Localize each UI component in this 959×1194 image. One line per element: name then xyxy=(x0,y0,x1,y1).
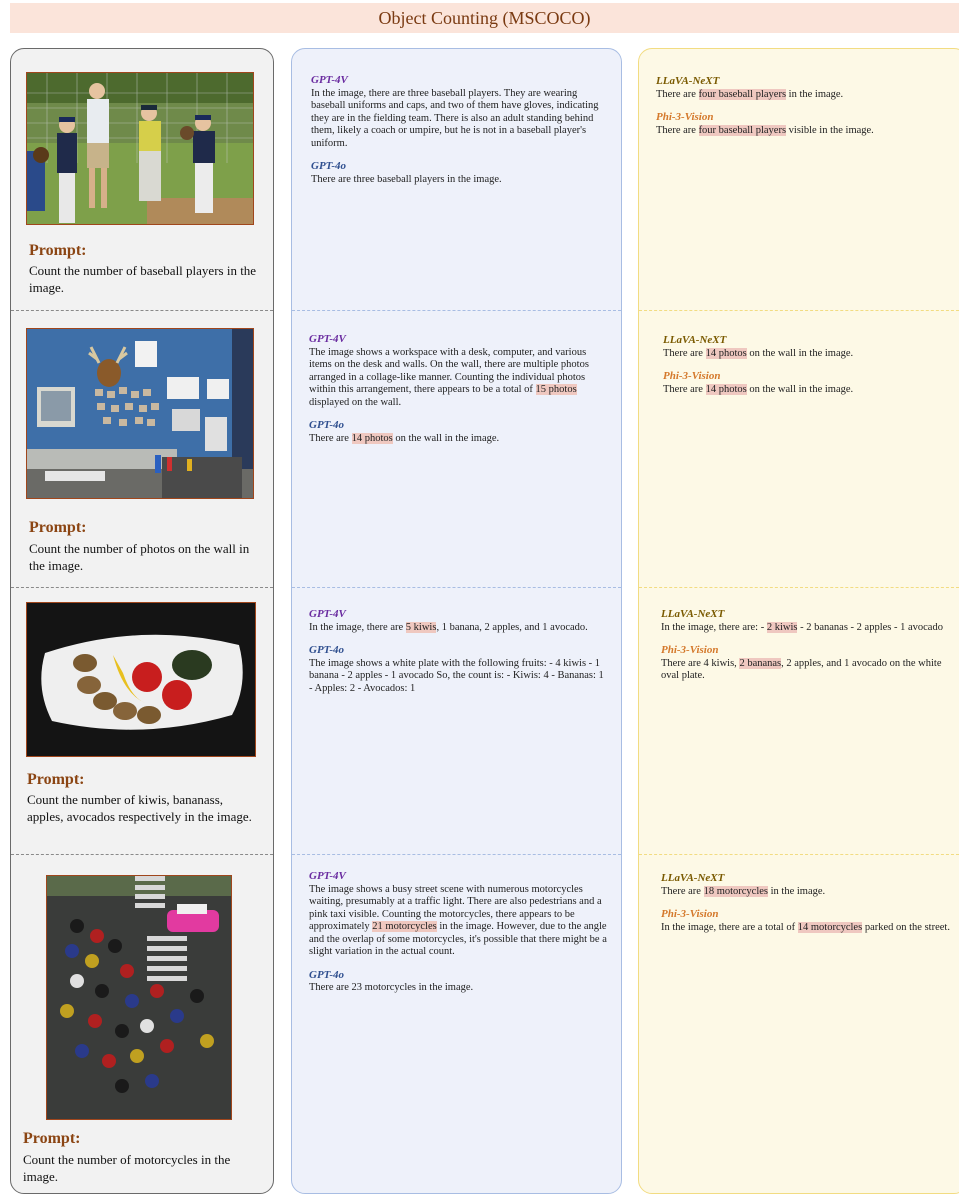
street-scene xyxy=(47,876,231,1119)
response-text: There are three baseball players in the … xyxy=(311,173,502,185)
row-separator xyxy=(639,310,959,311)
response-text: In the image, there are: - xyxy=(661,621,767,633)
response-text: There are 23 motorcycles in the image. xyxy=(309,982,474,993)
highlighted-answer: 18 motorcycles xyxy=(703,885,769,897)
model-name-phi: Phi-3-Vision xyxy=(656,111,714,123)
model-name-llava: LLaVA-NeXT xyxy=(663,334,727,346)
prompt-text: Count the number of kiwis, bananass, app… xyxy=(27,792,252,824)
row-separator xyxy=(639,854,959,855)
prompt-text: Count the number of photos on the wall i… xyxy=(29,541,250,573)
model-name-gpt4v: GPT-4V xyxy=(309,870,346,882)
response-text: in the image. xyxy=(786,88,844,100)
response-text: - 2 bananas - 2 apples - 1 avocado xyxy=(797,621,943,633)
response-text: parked on the street. xyxy=(862,921,950,933)
response-text: In the image, there are three baseball p… xyxy=(311,87,599,149)
response-text: on the wall in the image. xyxy=(392,432,500,444)
motorcycles-photo xyxy=(46,875,232,1120)
baseball-scene xyxy=(27,73,253,224)
prompt-label: Prompt: xyxy=(29,519,87,536)
row-separator xyxy=(292,310,621,311)
figure-title: Object Counting (MSCOCO) xyxy=(10,3,959,33)
workspace-photo xyxy=(26,328,254,499)
prompt-label: Prompt: xyxy=(23,1130,81,1147)
highlighted-answer: 21 motorcycles xyxy=(372,921,437,932)
highlighted-answer: 5 kiwis xyxy=(405,621,437,633)
open-model-responses: LLaVA-NeXT In the image, there are: - 2 … xyxy=(661,608,953,683)
row-separator xyxy=(11,587,273,588)
highlighted-answer: 2 bananas xyxy=(739,657,782,669)
model-name-llava: LLaVA-NeXT xyxy=(661,608,725,620)
baseball-photo xyxy=(26,72,254,225)
response-text: visible in the image. xyxy=(786,124,874,136)
response-text: on the wall in the image. xyxy=(746,347,854,359)
highlighted-answer: 14 photos xyxy=(351,432,393,444)
model-name-gpt4o: GPT-4o xyxy=(309,419,345,431)
response-text: The image shows a white plate with the f… xyxy=(309,657,604,694)
model-name-phi: Phi-3-Vision xyxy=(663,370,721,382)
response-text: displayed on the wall. xyxy=(309,396,402,408)
row-separator xyxy=(639,587,959,588)
response-text: There are xyxy=(309,432,352,444)
response-text: There are xyxy=(663,347,706,359)
model-name-llava: LLaVA-NeXT xyxy=(661,872,725,884)
response-text: There are xyxy=(661,885,704,897)
open-model-responses: LLaVA-NeXT There are 14 photos on the wa… xyxy=(663,334,953,396)
highlighted-answer: 2 kiwis xyxy=(766,621,798,633)
prompt-label: Prompt: xyxy=(29,242,87,259)
response-text: There are xyxy=(663,383,706,395)
response-text: There are 4 kiwis, xyxy=(661,657,740,669)
response-text: In the image, there are a total of xyxy=(661,921,798,933)
response-text: on the wall in the image. xyxy=(746,383,854,395)
highlighted-answer: 14 motorcycles xyxy=(797,921,863,933)
model-name-gpt4o: GPT-4o xyxy=(309,644,345,656)
model-name-gpt4v: GPT-4V xyxy=(309,333,346,345)
row-separator xyxy=(292,854,621,855)
row-separator xyxy=(292,587,621,588)
model-name-phi: Phi-3-Vision xyxy=(661,644,719,656)
response-text: , 1 banana, 2 apples, and 1 avocado. xyxy=(436,621,588,633)
prompt-label: Prompt: xyxy=(27,771,85,788)
model-name-phi: Phi-3-Vision xyxy=(661,908,719,920)
row-separator xyxy=(11,310,273,311)
highlighted-answer: 15 photos xyxy=(535,384,577,395)
fruit-scene xyxy=(27,603,255,756)
response-text: There are xyxy=(656,88,699,100)
highlighted-answer: 14 photos xyxy=(705,347,747,359)
open-model-responses: LLaVA-NeXT There are 18 motorcycles in t… xyxy=(661,872,953,934)
row-separator xyxy=(11,854,273,855)
fruit-plate-photo xyxy=(26,602,256,757)
response-text: There are xyxy=(656,124,699,136)
highlighted-answer: four baseball players xyxy=(698,124,787,136)
model-name-gpt4v: GPT-4V xyxy=(311,74,348,86)
response-text: in the image. xyxy=(768,885,826,897)
workspace-scene xyxy=(27,329,253,498)
gpt4v-response: GPT-4V In the image, there are three bas… xyxy=(311,74,607,186)
response-text: In the image, there are xyxy=(309,621,406,633)
model-name-llava: LLaVA-NeXT xyxy=(656,75,720,87)
highlighted-answer: 14 photos xyxy=(705,383,747,395)
highlighted-answer: four baseball players xyxy=(698,88,787,100)
open-model-responses: LLaVA-NeXT There are four baseball playe… xyxy=(656,75,951,137)
model-name-gpt4v: GPT-4V xyxy=(309,608,346,620)
model-name-gpt4o: GPT-4o xyxy=(309,968,345,981)
gpt4v-response: GPT-4V In the image, there are 5 kiwis, … xyxy=(309,608,607,695)
prompt-text: Count the number of motorcycles in the i… xyxy=(23,1152,231,1184)
gpt4v-response: GPT-4V The image shows a workspace with … xyxy=(309,333,607,445)
gpt4v-response: GPT-4V The image shows a busy street sce… xyxy=(309,870,607,995)
model-name-gpt4o: GPT-4o xyxy=(311,160,347,172)
prompt-text: Count the number of baseball players in … xyxy=(29,263,257,295)
